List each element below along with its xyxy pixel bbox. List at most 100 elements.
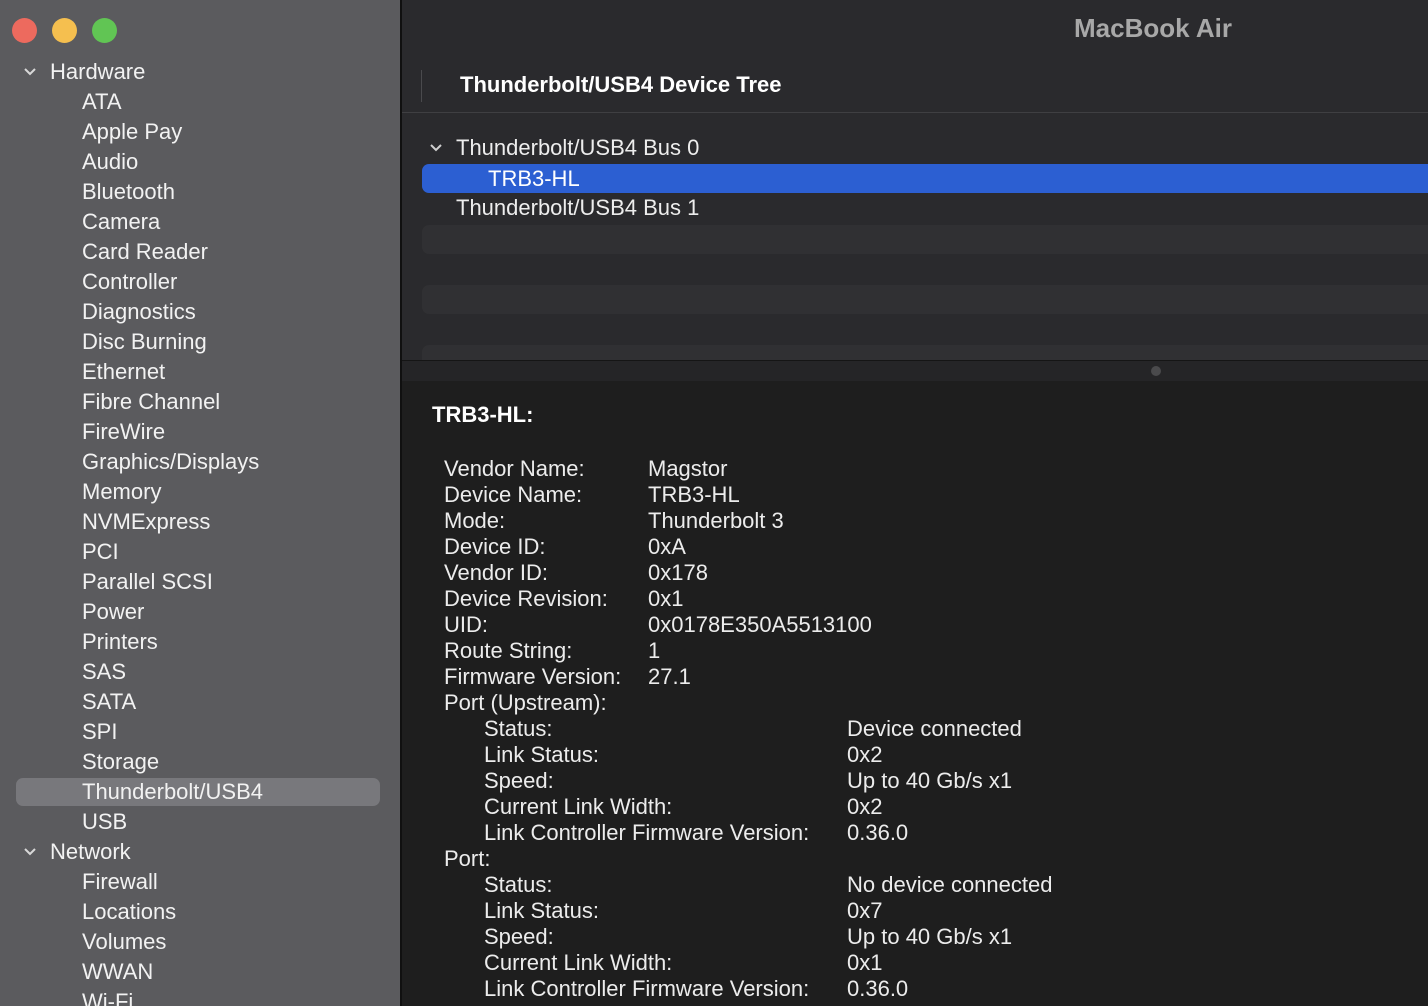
prop-label: Firmware Version: bbox=[444, 664, 622, 689]
sidebar-item-label: Thunderbolt/USB4 bbox=[82, 779, 263, 804]
prop-label: Device Name: bbox=[444, 482, 583, 507]
prop-label: UID: bbox=[444, 612, 488, 637]
sidebar-item-label: Power bbox=[82, 599, 145, 624]
sidebar-item-sas[interactable]: SAS bbox=[0, 657, 400, 687]
prop-label: Link Controller Firmware Version: bbox=[484, 820, 810, 845]
sidebar-item-label: FireWire bbox=[82, 419, 166, 444]
header-divider bbox=[402, 112, 1428, 113]
prop-value: No device connected bbox=[847, 872, 1053, 897]
close-button[interactable] bbox=[12, 18, 37, 43]
prop-label: Route String: bbox=[444, 638, 573, 663]
sidebar-group-label: Hardware bbox=[50, 59, 146, 84]
sidebar-item-firewire[interactable]: FireWire bbox=[0, 417, 400, 447]
sidebar-item-label: Card Reader bbox=[82, 239, 208, 264]
sidebar-item-label: Printers bbox=[82, 629, 158, 654]
sidebar-item-fibre-channel[interactable]: Fibre Channel bbox=[0, 387, 400, 417]
empty-row bbox=[422, 285, 1428, 314]
prop-value: Up to 40 Gb/s x1 bbox=[847, 924, 1013, 949]
prop-value: 0x7 bbox=[847, 898, 883, 923]
sidebar-item-sata[interactable]: SATA bbox=[0, 687, 400, 717]
prop-value: 0x2 bbox=[847, 742, 883, 767]
sidebar-item-bluetooth[interactable]: Bluetooth bbox=[0, 177, 400, 207]
prop-label: Device ID: bbox=[444, 534, 546, 559]
prop-label: Vendor ID: bbox=[444, 560, 548, 585]
chevron-down-icon[interactable] bbox=[24, 846, 36, 858]
zoom-button[interactable] bbox=[92, 18, 117, 43]
chevron-down-icon[interactable] bbox=[430, 142, 442, 154]
prop-label: Status: bbox=[484, 716, 553, 741]
sidebar-item-pci[interactable]: PCI bbox=[0, 537, 400, 567]
prop-label: Current Link Width: bbox=[484, 950, 673, 975]
sidebar-item-printers[interactable]: Printers bbox=[0, 627, 400, 657]
device-tree-row-bus0[interactable]: Thunderbolt/USB4 Bus 0 bbox=[422, 133, 1428, 163]
sidebar-item-wwan[interactable]: WWAN bbox=[0, 957, 400, 987]
prop-value: Device connected bbox=[847, 716, 1022, 741]
window-title: MacBook Air bbox=[1074, 13, 1232, 43]
prop-label: Vendor Name: bbox=[444, 456, 585, 481]
prop-label: Status: bbox=[484, 872, 553, 897]
device-tree-label: TRB3-HL bbox=[488, 166, 580, 191]
sidebar-item-label: Memory bbox=[82, 479, 162, 504]
prop-value: 0x1 bbox=[847, 950, 883, 975]
sidebar-item-label: Graphics/Displays bbox=[82, 449, 260, 474]
sidebar-item-card-reader[interactable]: Card Reader bbox=[0, 237, 400, 267]
sidebar-item-audio[interactable]: Audio bbox=[0, 147, 400, 177]
empty-row bbox=[422, 225, 1428, 254]
sidebar-item-label: SATA bbox=[82, 689, 137, 714]
sidebar-item-volumes[interactable]: Volumes bbox=[0, 927, 400, 957]
sidebar-item-wi-fi[interactable]: Wi-Fi bbox=[0, 987, 400, 1006]
device-tree-row-selected[interactable]: TRB3-HL bbox=[422, 164, 1428, 193]
device-tree-header[interactable]: Thunderbolt/USB4 Device Tree bbox=[460, 72, 782, 98]
sidebar-item-nvmexpress[interactable]: NVMExpress bbox=[0, 507, 400, 537]
sidebar-group-network[interactable]: Network bbox=[0, 837, 400, 867]
sidebar-item-label: Wi-Fi bbox=[82, 989, 134, 1006]
sidebar-item-firewall[interactable]: Firewall bbox=[0, 867, 400, 897]
sidebar-item-camera[interactable]: Camera bbox=[0, 207, 400, 237]
sidebar-item-storage[interactable]: Storage bbox=[0, 747, 400, 777]
sidebar-group-hardware[interactable]: Hardware bbox=[0, 57, 400, 87]
sidebar-item-label: Locations bbox=[82, 899, 177, 924]
prop-label: Link Status: bbox=[484, 742, 599, 767]
sidebar-item-label: USB bbox=[82, 809, 128, 834]
prop-value: 0xA bbox=[648, 534, 686, 559]
sidebar-item-power[interactable]: Power bbox=[0, 597, 400, 627]
sidebar-item-label: Storage bbox=[82, 749, 160, 774]
sidebar-item-label: ATA bbox=[82, 89, 122, 114]
prop-value: Up to 40 Gb/s x1 bbox=[847, 768, 1013, 793]
prop-value: 27.1 bbox=[648, 664, 691, 689]
sidebar-item-usb[interactable]: USB bbox=[0, 807, 400, 837]
sidebar-item-label: Controller bbox=[82, 269, 178, 294]
sidebar-item-ata[interactable]: ATA bbox=[0, 87, 400, 117]
sidebar-item-graphics-displays[interactable]: Graphics/Displays bbox=[0, 447, 400, 477]
split-handle-icon[interactable] bbox=[1151, 366, 1161, 376]
split-divider[interactable] bbox=[402, 360, 1428, 382]
sidebar: Hardware ATA Apple Pay Audio Bluetooth C… bbox=[0, 0, 400, 1006]
sidebar-item-memory[interactable]: Memory bbox=[0, 477, 400, 507]
column-separator[interactable] bbox=[421, 70, 422, 102]
chevron-down-icon[interactable] bbox=[24, 66, 36, 78]
sidebar-item-controller[interactable]: Controller bbox=[0, 267, 400, 297]
sidebar-item-label: Bluetooth bbox=[82, 179, 175, 204]
sidebar-item-label: SAS bbox=[82, 659, 127, 684]
sidebar-item-locations[interactable]: Locations bbox=[0, 897, 400, 927]
sidebar-item-label: Ethernet bbox=[82, 359, 166, 384]
prop-label: Device Revision: bbox=[444, 586, 608, 611]
sidebar-item-thunderbolt-usb4[interactable]: Thunderbolt/USB4 bbox=[0, 777, 400, 807]
main-content: MacBook Air Thunderbolt/USB4 Device Tree… bbox=[402, 0, 1428, 1006]
sidebar-item-spi[interactable]: SPI bbox=[0, 717, 400, 747]
sidebar-item-ethernet[interactable]: Ethernet bbox=[0, 357, 400, 387]
sidebar-item-parallel-scsi[interactable]: Parallel SCSI bbox=[0, 567, 400, 597]
sidebar-group-label: Network bbox=[50, 839, 131, 864]
prop-value: Thunderbolt 3 bbox=[648, 508, 784, 533]
sidebar-item-label: SPI bbox=[82, 719, 118, 744]
sidebar-item-label: NVMExpress bbox=[82, 509, 211, 534]
prop-label: Mode: bbox=[444, 508, 506, 533]
prop-value: 0.36.0 bbox=[847, 976, 909, 1001]
sidebar-item-diagnostics[interactable]: Diagnostics bbox=[0, 297, 400, 327]
sidebar-item-apple-pay[interactable]: Apple Pay bbox=[0, 117, 400, 147]
sidebar-item-disc-burning[interactable]: Disc Burning bbox=[0, 327, 400, 357]
device-tree-row-bus1[interactable]: Thunderbolt/USB4 Bus 1 bbox=[422, 193, 1428, 223]
minimize-button[interactable] bbox=[52, 18, 77, 43]
sidebar-item-label: Apple Pay bbox=[82, 119, 183, 144]
prop-label: Speed: bbox=[484, 924, 554, 949]
